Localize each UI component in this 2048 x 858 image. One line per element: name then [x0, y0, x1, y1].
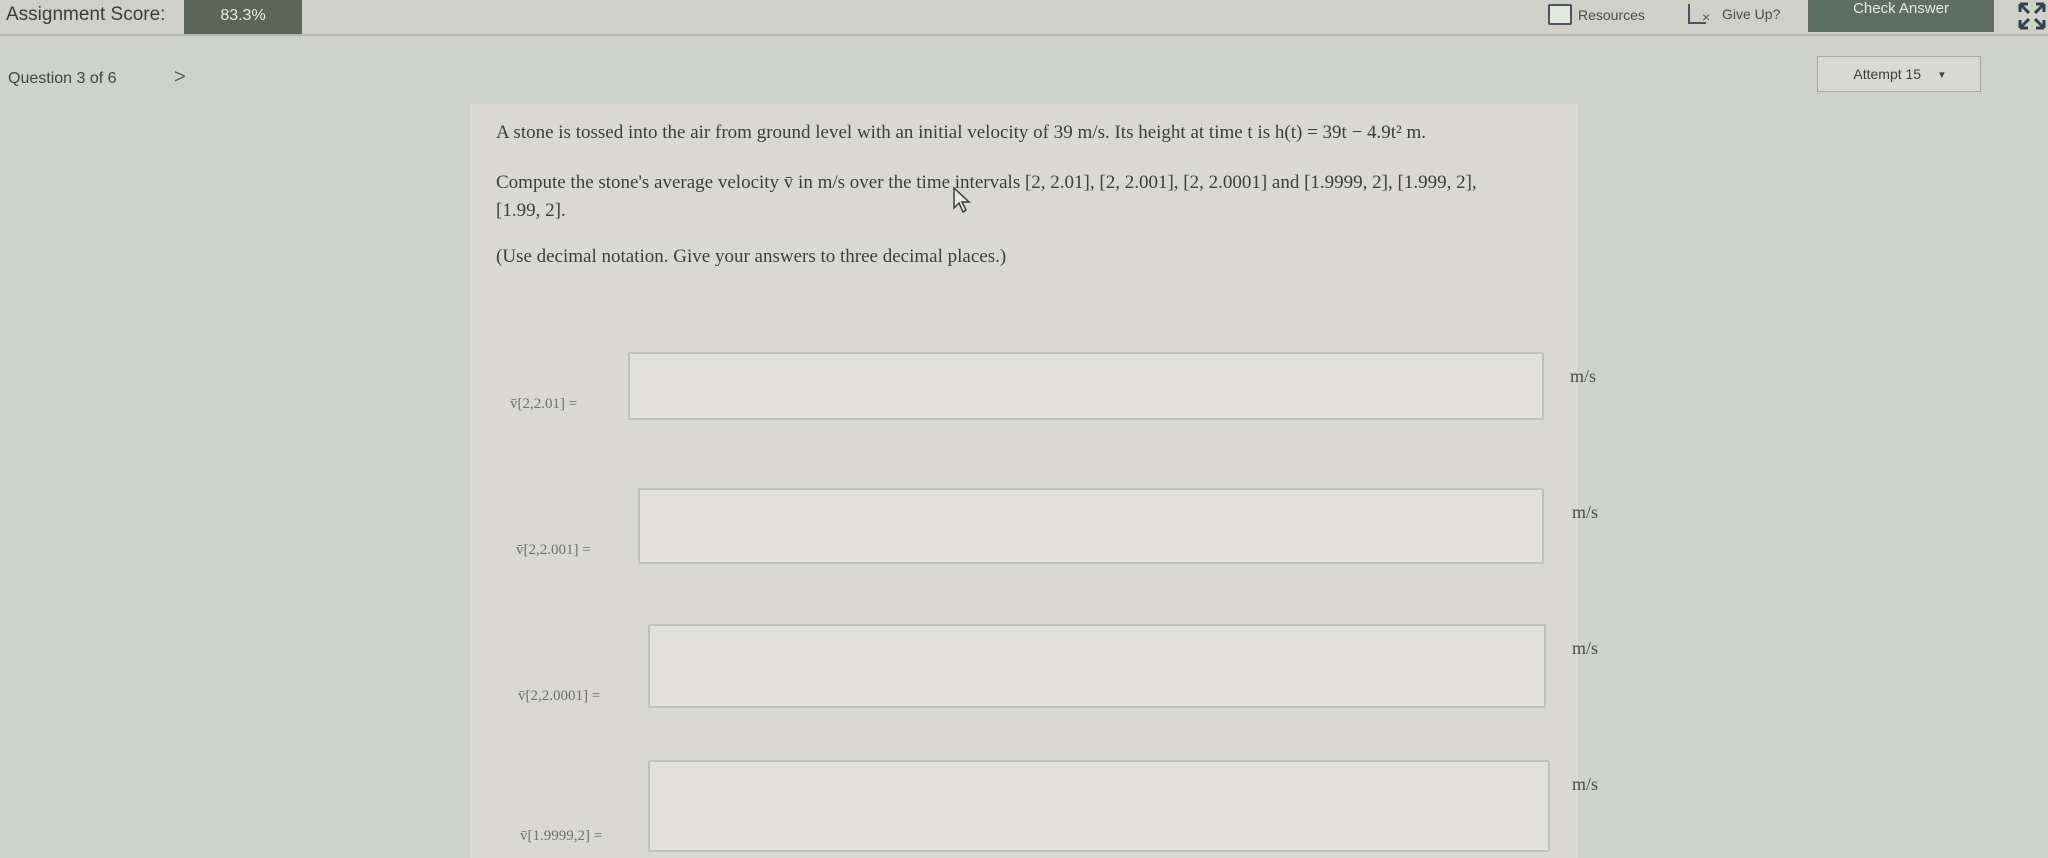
question-text-line-3: [1.99, 2]. — [496, 200, 566, 221]
top-bar: Assignment Score: 83.3% Resources Give U… — [0, 0, 2048, 36]
answer-input-1[interactable] — [628, 352, 1544, 420]
resources-button[interactable]: Resources — [1548, 4, 1645, 25]
assignment-score-label: Assignment Score: — [6, 4, 166, 25]
chevron-down-icon: ▾ — [1939, 68, 1945, 81]
question-text-line-2: Compute the stone's average velocity v̄ … — [496, 172, 1477, 193]
answer-label-3: v̄[2,2.0001] = — [518, 688, 601, 704]
resources-icon — [1548, 4, 1572, 25]
unit-label-2: m/s — [1572, 502, 1599, 522]
resources-label: Resources — [1578, 6, 1645, 23]
answer-input-2[interactable] — [638, 488, 1544, 564]
question-text-line-1: A stone is tossed into the air from grou… — [496, 122, 1427, 143]
answer-input-3[interactable] — [648, 624, 1546, 708]
unit-label-3: m/s — [1572, 638, 1599, 658]
question-card — [470, 104, 1578, 858]
give-up-button[interactable]: Give Up? — [1688, 4, 1781, 25]
next-question-button[interactable]: > — [174, 66, 186, 89]
question-counter: Question 3 of 6 — [8, 70, 117, 87]
give-up-label: Give Up? — [1722, 6, 1781, 22]
assignment-score-value: 83.3% — [184, 0, 302, 34]
give-up-icon — [1688, 4, 1710, 25]
unit-label-4: m/s — [1572, 774, 1599, 794]
answer-label-1: v̄[2,2.01] = — [510, 396, 578, 412]
check-answer-button[interactable]: Check Answer — [1808, 0, 1994, 32]
attempt-dropdown[interactable]: Attempt 15 ▾ — [1817, 56, 1981, 92]
attempt-label: Attempt 15 — [1853, 66, 1922, 82]
answer-label-4: v̄[1.9999,2] = — [520, 828, 603, 844]
expand-icon[interactable] — [2018, 2, 2048, 32]
unit-label-1: m/s — [1570, 366, 1597, 386]
answer-label-2: v̄[2,2.001] = — [516, 542, 591, 558]
instruction-text: (Use decimal notation. Give your answers… — [496, 246, 1007, 267]
mouse-cursor-icon — [953, 186, 971, 214]
answer-input-4[interactable] — [648, 760, 1550, 852]
